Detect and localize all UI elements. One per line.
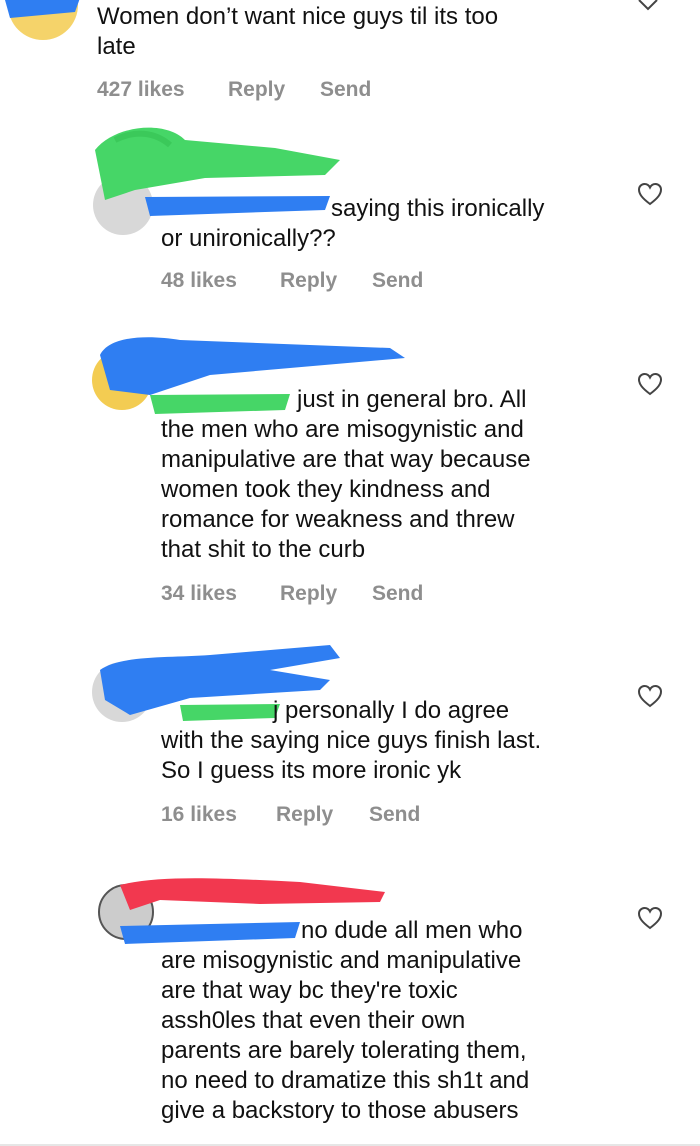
heart-icon[interactable] [637,182,663,206]
likes-count[interactable]: 48 likes [161,269,280,293]
comment-4: j personally I do agree with the saying … [0,640,700,860]
comment-text: no dude all men who are misogynistic and… [161,917,530,1124]
comment-3: just in general bro. All the men who are… [0,330,700,630]
heart-icon[interactable] [637,684,663,708]
reply-button[interactable]: Reply [280,269,372,293]
likes-count[interactable]: 16 likes [161,803,276,827]
comment-2: saying this ironically or unironically??… [0,120,700,310]
comment-text: Women don’t want nice guys til its too l… [97,3,499,60]
comment-meta: 48 likes Reply Send [161,269,423,293]
send-button[interactable]: Send [372,582,423,606]
reply-button[interactable]: Reply [276,803,369,827]
comment-text: just in general bro. All the men who are… [161,386,531,563]
comment-text: j personally I do agree with the saying … [161,697,542,784]
comment-meta: 16 likes Reply Send [161,803,420,827]
reply-button[interactable]: Reply [280,582,372,606]
comment-text: saying this ironically or unironically?? [161,195,545,252]
comment-5: no dude all men who are misogynistic and… [0,870,700,1146]
send-button[interactable]: Send [372,269,423,293]
comment-meta: 427 likes Reply Send [97,78,371,102]
comment-1: Women don’t want nice guys til its too l… [0,0,700,120]
reply-button[interactable]: Reply [228,78,320,102]
heart-icon[interactable] [637,372,663,396]
redaction-scribble-red [120,878,385,910]
heart-icon[interactable] [637,906,663,930]
send-button[interactable]: Send [369,803,420,827]
send-button[interactable]: Send [320,78,371,102]
likes-count[interactable]: 34 likes [161,582,280,606]
likes-count[interactable]: 427 likes [97,78,228,102]
redaction-scribble [5,0,80,18]
comment-meta: 34 likes Reply Send [161,582,423,606]
